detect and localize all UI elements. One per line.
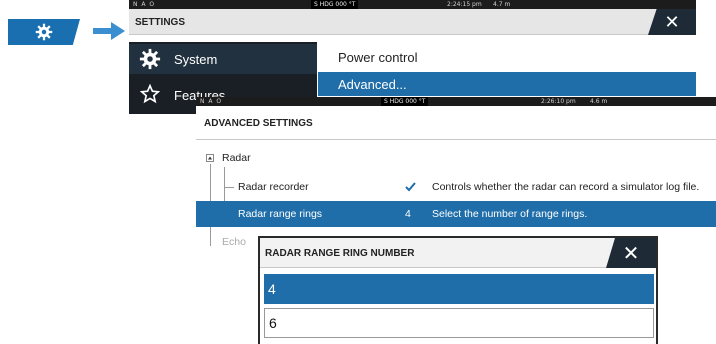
option-label: 6 — [269, 315, 277, 331]
group-label: Echo — [222, 236, 246, 247]
status-icons: N A O — [200, 98, 223, 105]
setting-label: Radar recorder — [238, 181, 309, 193]
settings-gear-button[interactable] — [8, 19, 80, 45]
dialog-title: RADAR RANGE RING NUMBER — [265, 248, 415, 259]
menu-item-label: Advanced... — [338, 76, 407, 92]
dialog-title-bar: RADAR RANGE RING NUMBER ✕ — [260, 238, 656, 268]
range-ring-dialog: RADAR RANGE RING NUMBER ✕ 4 6 — [258, 236, 658, 344]
sidebar-item-system[interactable]: System — [129, 44, 317, 74]
menu-item-advanced[interactable]: Advanced... — [318, 72, 696, 96]
status-bar: N A O S HDG 000 °T 2:24:15 pm 4.7 m — [129, 0, 696, 9]
checkmark-icon[interactable] — [405, 182, 416, 192]
clock: 2:24:15 pm — [447, 1, 482, 8]
close-icon: ✕ — [664, 11, 680, 32]
close-button[interactable]: ✕ — [648, 9, 696, 35]
arrow-right-icon — [93, 22, 125, 40]
heading-readout: S HDG 000 °T — [381, 97, 429, 106]
advanced-settings-panel: N A O S HDG 000 °T 2:26:10 pm 4.6 m ADVA… — [196, 97, 716, 249]
status-bar: N A O S HDG 000 °T 2:26:10 pm 4.6 m — [196, 97, 716, 106]
setting-row-radar-range-rings[interactable]: Radar range rings 4 Select the number of… — [196, 201, 716, 227]
setting-label: Radar range rings — [238, 208, 323, 220]
menu-item-power-control[interactable]: Power control — [318, 45, 696, 69]
advanced-title-bar: ADVANCED SETTINGS — [196, 106, 716, 140]
option-6[interactable]: 6 — [264, 308, 654, 338]
menu-item-label: Power control — [338, 49, 418, 65]
close-button[interactable]: ✕ — [606, 238, 656, 268]
status-icons: N A O — [133, 1, 156, 8]
star-icon — [140, 84, 160, 104]
option-label: 4 — [268, 281, 276, 297]
clock: 2:26:10 pm — [541, 98, 576, 105]
close-icon: ✕ — [622, 242, 640, 265]
range-readout: 4.6 m — [590, 98, 608, 105]
tree-group-radar[interactable]: Radar — [196, 145, 716, 171]
gear-icon — [139, 48, 161, 70]
page-title: SETTINGS — [135, 17, 186, 28]
range-readout: 4.7 m — [493, 1, 511, 8]
setting-value: 4 — [405, 208, 411, 220]
settings-title-bar: SETTINGS ✕ — [129, 9, 696, 35]
group-label: Radar — [222, 152, 251, 164]
setting-description: Controls whether the radar can record a … — [432, 181, 700, 193]
page-title: ADVANCED SETTINGS — [204, 118, 313, 129]
option-4[interactable]: 4 — [264, 274, 654, 304]
gear-icon — [35, 23, 53, 41]
setting-description: Select the number of range rings. — [432, 208, 588, 220]
heading-readout: S HDG 000 °T — [311, 0, 359, 9]
collapse-icon[interactable] — [206, 154, 214, 162]
sidebar-item-label: System — [174, 51, 218, 67]
setting-row-radar-recorder[interactable]: Radar recorder Controls whether the rada… — [196, 174, 716, 200]
